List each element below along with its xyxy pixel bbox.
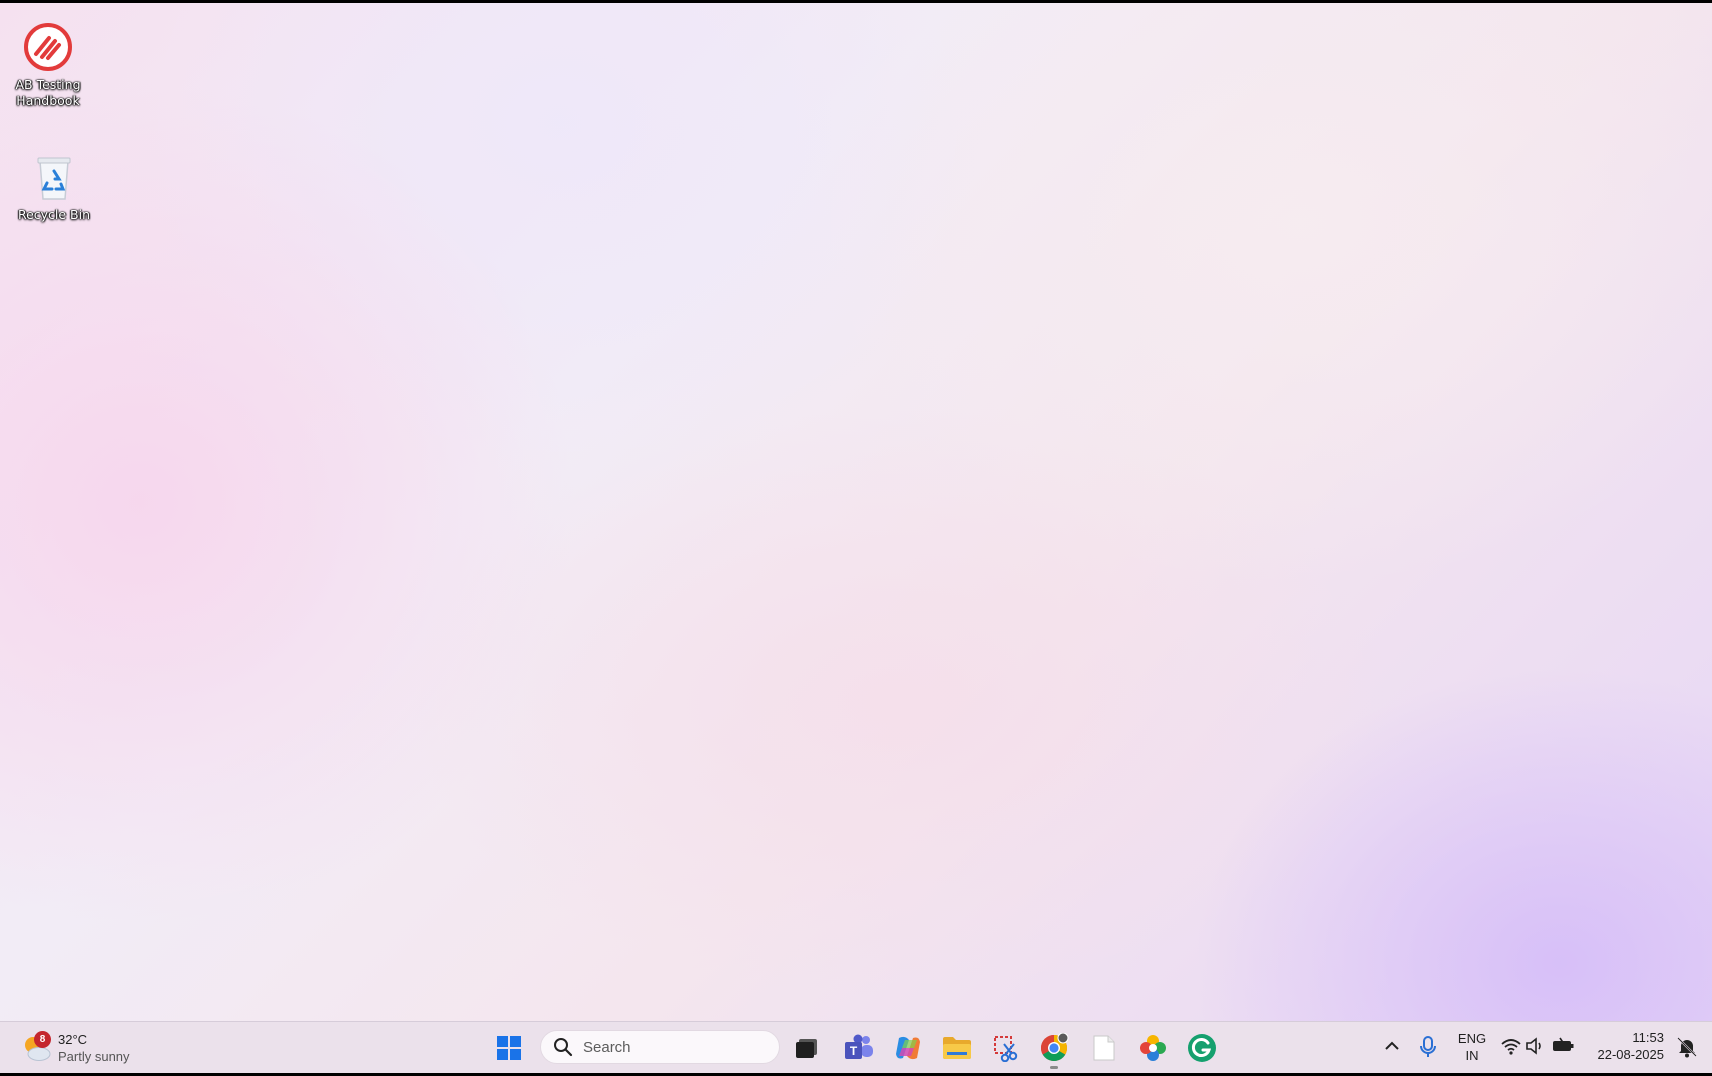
desktop[interactable]: AB Testing Handbook Recycle Bin — [0, 3, 1712, 1021]
weather-badge: 8 — [34, 1031, 51, 1048]
microphone-button[interactable] — [1417, 1035, 1439, 1064]
copilot-button[interactable] — [887, 1027, 929, 1069]
desktop-icon-ab-testing-handbook[interactable]: AB Testing Handbook — [4, 21, 92, 109]
clock[interactable]: 11:53 22-08-2025 — [1598, 1029, 1665, 1063]
start-button[interactable] — [488, 1027, 530, 1069]
weather-condition: Partly sunny — [58, 1049, 130, 1064]
windows-start-icon — [497, 1036, 521, 1060]
photos-icon — [1140, 1035, 1166, 1061]
volume-icon — [1526, 1037, 1541, 1055]
recycle-bin-icon — [37, 157, 71, 200]
teams-button[interactable]: T — [838, 1027, 880, 1069]
search-placeholder: Search — [583, 1038, 631, 1056]
chrome-running-indicator — [1050, 1066, 1058, 1069]
bell-icon — [1677, 1037, 1697, 1058]
notifications-button[interactable] — [1676, 1036, 1698, 1063]
weather-temperature: 32°C — [58, 1032, 88, 1047]
search-box[interactable]: Search — [540, 1030, 780, 1064]
battery-icon — [1553, 1037, 1574, 1051]
svg-text:T: T — [850, 1044, 858, 1058]
weather-widget[interactable]: 8 32°C Partly sunny — [20, 1028, 130, 1068]
clock-time: 11:53 — [1632, 1030, 1664, 1045]
language-indicator[interactable]: ENG IN — [1452, 1030, 1492, 1064]
chevron-up-icon — [1385, 1041, 1399, 1050]
notepad-icon — [1093, 1035, 1115, 1061]
task-view-icon — [796, 1039, 817, 1058]
wifi-icon — [1501, 1039, 1521, 1055]
quick-settings-button[interactable] — [1500, 1036, 1576, 1056]
desktop-icon-recycle-bin[interactable]: Recycle Bin — [10, 153, 98, 223]
clock-date: 22-08-2025 — [1597, 1047, 1665, 1062]
photos-button[interactable] — [1132, 1027, 1174, 1069]
taskbar: 8 32°C Partly sunny Search T ENG IN 11:5… — [0, 1021, 1712, 1074]
ab-testing-handbook-icon — [24, 23, 72, 71]
teams-icon: T — [845, 1034, 873, 1059]
notepad-button[interactable] — [1083, 1027, 1125, 1069]
desktop-icon-label: Recycle Bin — [17, 207, 91, 222]
desktop-icon-label: AB Testing Handbook — [15, 77, 81, 108]
search-icon — [554, 1038, 573, 1057]
snipping-tool-icon — [994, 1036, 1018, 1062]
screen: AB Testing Handbook Recycle Bin 8 32°C P… — [0, 0, 1712, 1076]
task-view-button[interactable] — [786, 1027, 828, 1069]
chrome-icon — [1040, 1033, 1069, 1062]
grammarly-icon — [1188, 1034, 1216, 1062]
language-line1: ENG — [1457, 1031, 1487, 1046]
grammarly-button[interactable] — [1181, 1027, 1223, 1069]
file-explorer-button[interactable] — [936, 1027, 978, 1069]
snipping-tool-button[interactable] — [985, 1027, 1027, 1069]
chrome-button[interactable] — [1033, 1027, 1075, 1069]
file-explorer-icon — [943, 1037, 971, 1059]
copilot-icon — [896, 1036, 920, 1060]
show-hidden-icons-button[interactable] — [1382, 1036, 1402, 1061]
microphone-icon — [1420, 1036, 1436, 1057]
language-line2: IN — [1465, 1048, 1479, 1063]
